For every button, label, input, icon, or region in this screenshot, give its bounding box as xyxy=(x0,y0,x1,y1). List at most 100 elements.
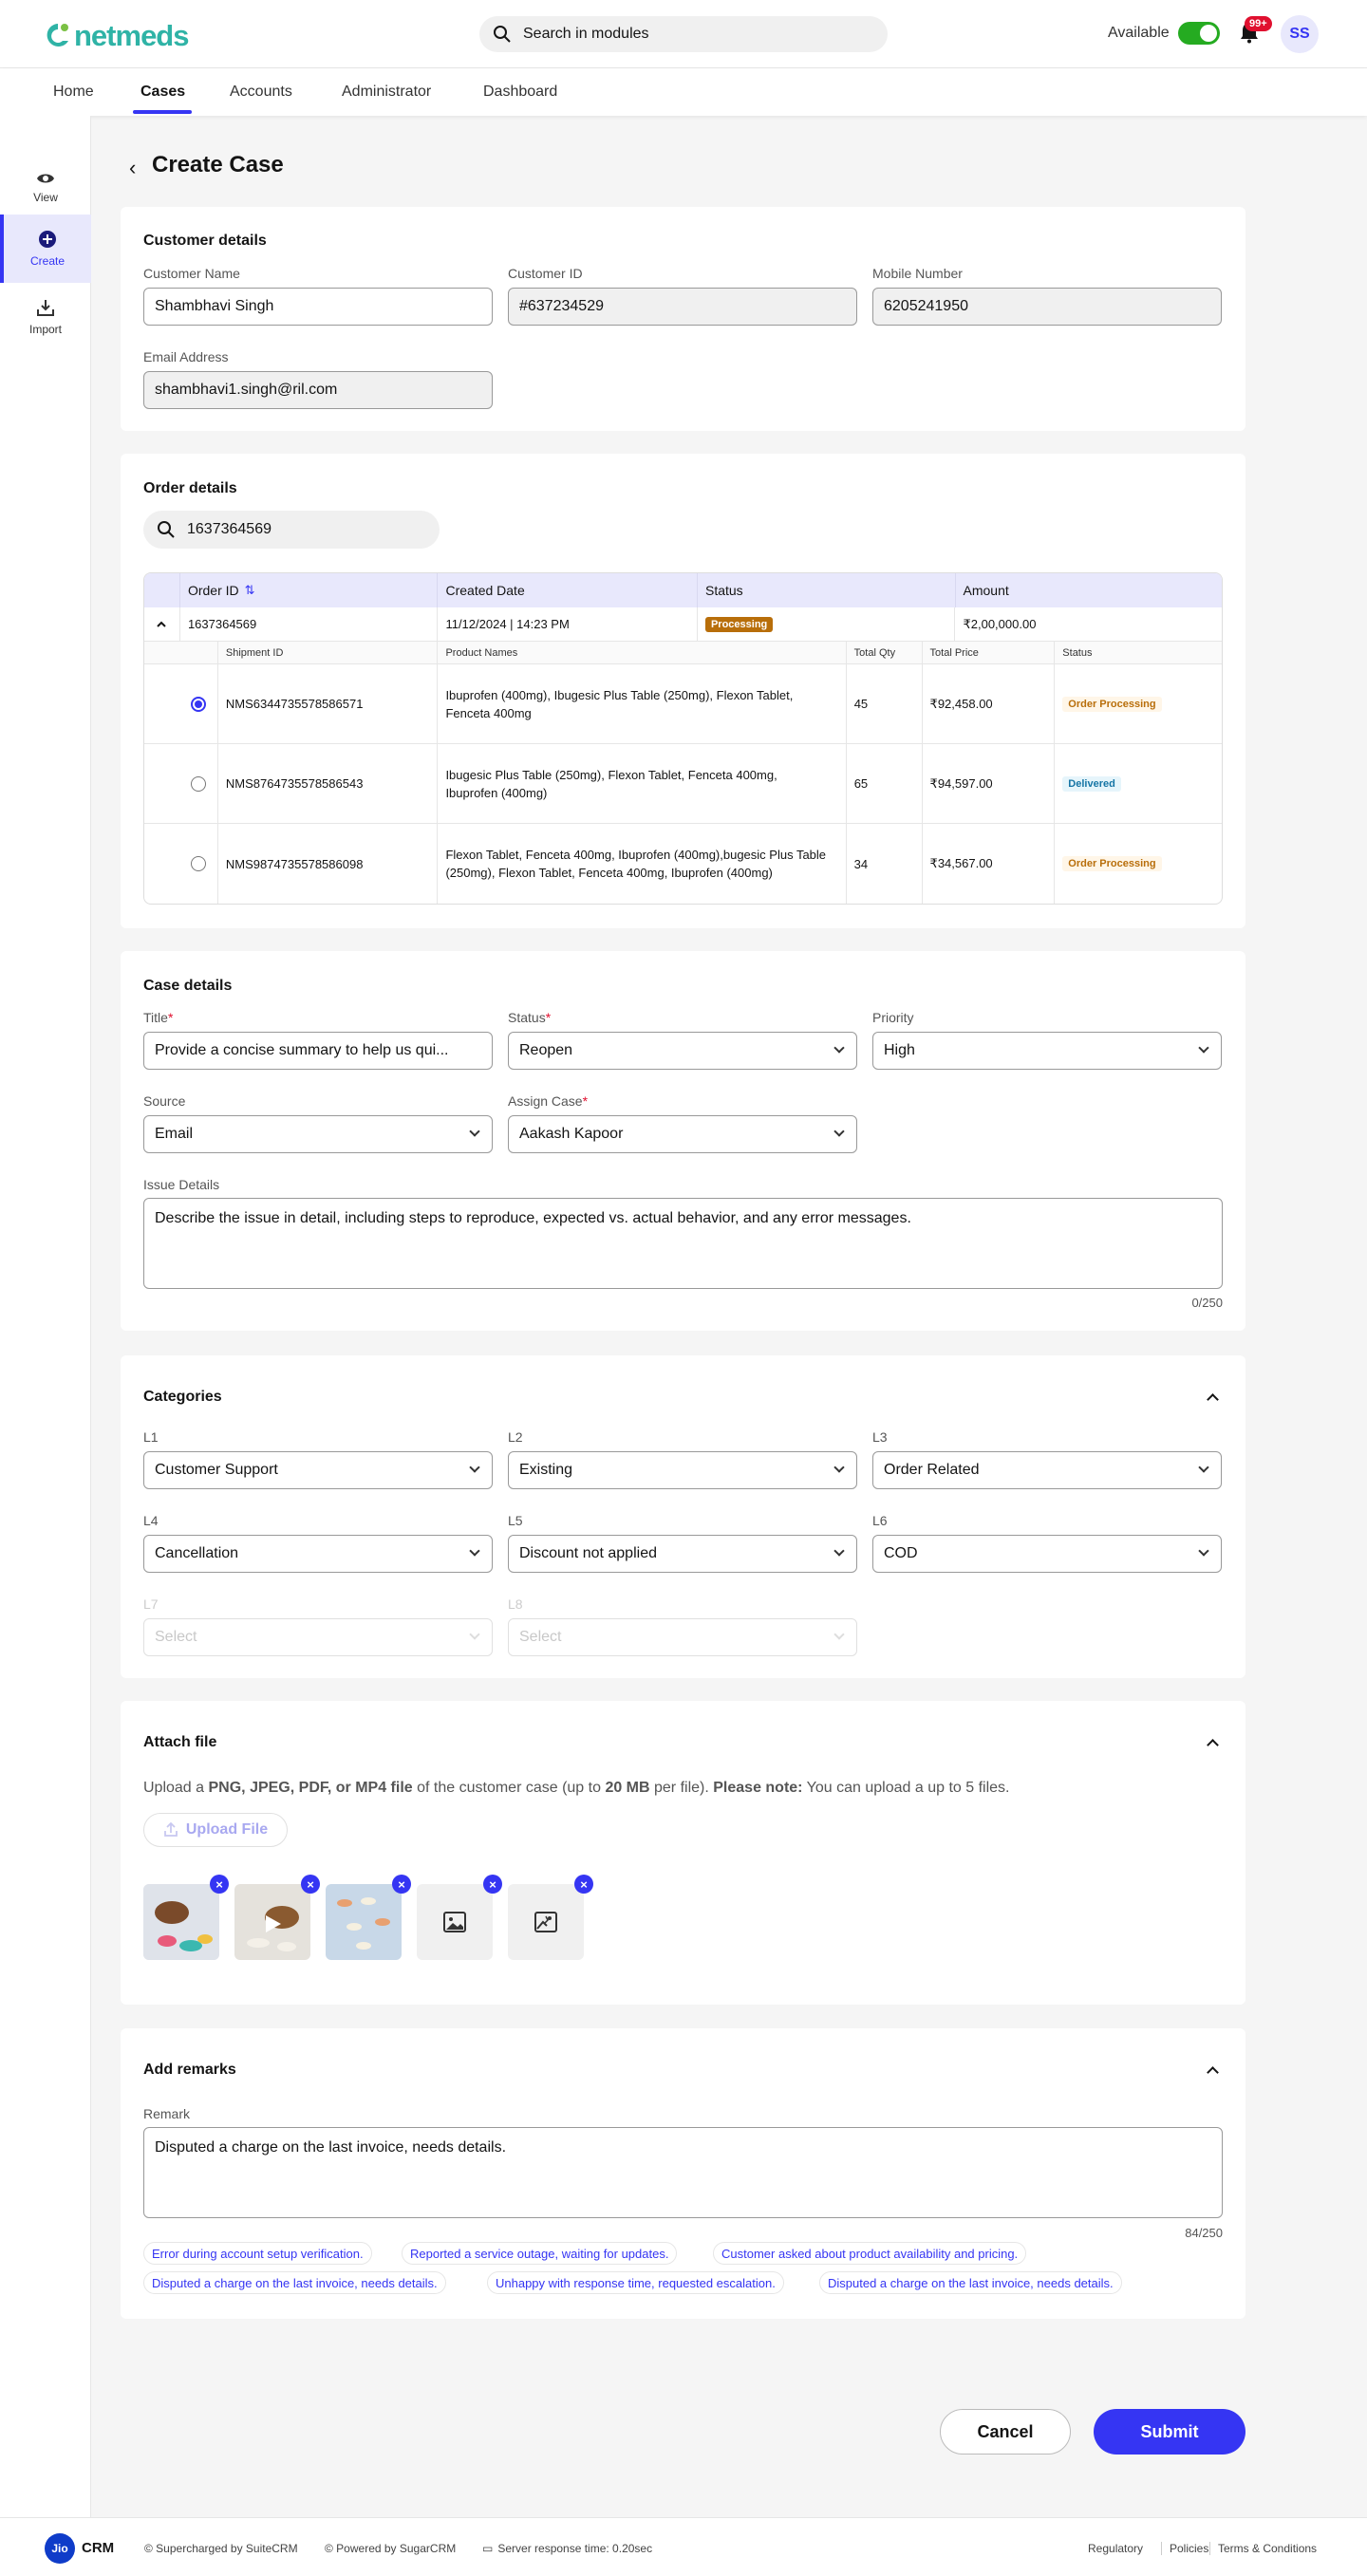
header-order-id[interactable]: Order ID ⇅ xyxy=(180,573,439,607)
category-l4-select[interactable]: Cancellation xyxy=(143,1535,493,1573)
chevron-down-icon xyxy=(833,1042,845,1054)
shipment-status-cell: Order Processing xyxy=(1055,664,1222,743)
section-title: Add remarks xyxy=(143,2062,236,2078)
remark-suggestion-chip[interactable]: Customer asked about product availabilit… xyxy=(713,2242,1027,2265)
category-l2-field: L2 Existing xyxy=(508,1429,857,1489)
header-shipment-id: Shipment ID xyxy=(218,642,439,663)
categories-card: Categories L1 Customer Support L2 Existi… xyxy=(121,1355,1245,1678)
field-label: Issue Details xyxy=(143,1177,220,1192)
header-product-names: Product Names xyxy=(438,642,847,663)
remark-suggestion-chip[interactable]: Unhappy with response time, requested es… xyxy=(487,2271,784,2294)
field-label: L1 xyxy=(143,1429,159,1445)
shipment-row[interactable]: NMS6344735578586571 Ibuprofen (400mg), I… xyxy=(144,664,1222,744)
tab-administrator[interactable]: Administrator xyxy=(342,84,431,101)
order-row[interactable]: 1637364569 11/12/2024 | 14:23 PM Process… xyxy=(144,607,1222,642)
status-select[interactable]: Reopen xyxy=(508,1032,857,1070)
shipment-radio[interactable] xyxy=(191,856,207,871)
field-label: L2 xyxy=(508,1429,523,1445)
collapse-row-icon[interactable] xyxy=(144,607,180,641)
tab-home[interactable]: Home xyxy=(53,84,94,101)
sidebar-item-view[interactable]: View xyxy=(0,154,91,222)
section-title: Categories xyxy=(143,1389,222,1405)
cancel-button[interactable]: Cancel xyxy=(940,2409,1071,2455)
tab-accounts[interactable]: Accounts xyxy=(230,84,292,101)
tab-dashboard[interactable]: Dashboard xyxy=(483,84,557,101)
submit-button[interactable]: Submit xyxy=(1094,2409,1245,2455)
remark-textarea[interactable]: Disputed a charge on the last invoice, n… xyxy=(143,2127,1223,2218)
chevron-up-icon[interactable] xyxy=(1207,1393,1219,1406)
upload-file-button[interactable]: Upload File xyxy=(143,1813,288,1847)
field-label: L8 xyxy=(508,1596,523,1612)
shipment-radio[interactable] xyxy=(191,775,207,792)
netmeds-logo[interactable]: netmeds xyxy=(46,19,189,53)
remove-attachment-icon[interactable]: × xyxy=(301,1875,320,1894)
order-date-cell: 11/12/2024 | 14:23 PM xyxy=(438,607,698,641)
footer-link-regulatory[interactable]: Regulatory xyxy=(1088,2542,1143,2555)
header-status: Status xyxy=(698,573,956,607)
shipment-id-cell: NMS8764735578586543 xyxy=(218,744,439,823)
chevron-down-icon xyxy=(833,1629,845,1640)
capsules-image-icon xyxy=(326,1884,402,1960)
back-chevron-icon[interactable]: ‹ xyxy=(129,156,136,180)
title-input[interactable]: Provide a concise summary to help us qui… xyxy=(143,1032,493,1070)
attachment-thumbnail[interactable] xyxy=(234,1884,310,1960)
user-avatar[interactable]: SS xyxy=(1281,15,1319,53)
remark-suggestion-chip[interactable]: Error during account setup verification. xyxy=(143,2242,372,2265)
field-label: Source xyxy=(143,1093,186,1109)
order-table-header: Order ID ⇅ Created Date Status Amount xyxy=(144,573,1222,607)
category-l5-select[interactable]: Discount not applied xyxy=(508,1535,857,1573)
header-amount: Amount xyxy=(963,583,1009,598)
header-created-date: Created Date xyxy=(438,573,698,607)
status-badge: Delivered xyxy=(1062,775,1121,792)
category-l7-select: Select xyxy=(143,1618,493,1656)
availability-toggle[interactable] xyxy=(1178,22,1220,45)
remove-attachment-icon[interactable]: × xyxy=(392,1875,411,1894)
price-cell: ₹34,567.00 xyxy=(923,824,1056,904)
sidebar-item-create[interactable]: Create xyxy=(0,215,91,283)
attachment-thumbnail[interactable] xyxy=(326,1884,402,1960)
remark-suggestion-chip[interactable]: Disputed a charge on the last invoice, n… xyxy=(143,2271,446,2294)
footer-link-terms[interactable]: Terms & Conditions xyxy=(1209,2542,1317,2555)
remove-attachment-icon[interactable]: × xyxy=(210,1875,229,1894)
server-time: ▭ Server response time: 0.20sec xyxy=(482,2542,653,2555)
jio-logo: Jio xyxy=(45,2533,75,2564)
price-cell: ₹92,458.00 xyxy=(923,664,1056,743)
order-id-cell: 1637364569 xyxy=(180,607,439,641)
chevron-down-icon xyxy=(833,1126,845,1137)
priority-select[interactable]: High xyxy=(872,1032,1222,1070)
issue-details-textarea[interactable]: Describe the issue in detail, including … xyxy=(143,1198,1223,1289)
remark-suggestion-chip[interactable]: Disputed a charge on the last invoice, n… xyxy=(819,2271,1122,2294)
title-field: Title* Provide a concise summary to help… xyxy=(143,1010,493,1070)
notification-badge: 99+ xyxy=(1245,16,1272,31)
assign-case-select[interactable]: Aakash Kapoor xyxy=(508,1115,857,1153)
chevron-up-icon[interactable] xyxy=(1207,1739,1219,1751)
order-search[interactable]: 1637364569 xyxy=(143,511,440,549)
module-search[interactable]: Search in modules xyxy=(479,16,888,52)
source-select[interactable]: Email xyxy=(143,1115,493,1153)
field-label: L7 xyxy=(143,1596,159,1612)
priority-field: Priority High xyxy=(872,1010,1222,1070)
sidebar-item-label: View xyxy=(33,191,58,204)
powered-text: © Powered by SugarCRM xyxy=(325,2542,457,2555)
attach-file-card: Attach file Upload a PNG, JPEG, PDF, or … xyxy=(121,1701,1245,2005)
category-l2-select[interactable]: Existing xyxy=(508,1451,857,1489)
footer-link-policies[interactable]: Policies xyxy=(1161,2542,1208,2555)
remove-attachment-icon[interactable]: × xyxy=(483,1875,502,1894)
attachment-thumbnail[interactable] xyxy=(417,1884,493,1960)
shipment-row[interactable]: NMS9874735578586098 Flexon Tablet, Fence… xyxy=(144,824,1222,904)
attachment-thumbnail[interactable] xyxy=(143,1884,219,1960)
shipment-row[interactable]: NMS8764735578586543 Ibugesic Plus Table … xyxy=(144,744,1222,824)
sort-icon[interactable]: ⇅ xyxy=(245,583,255,598)
category-l1-select[interactable]: Customer Support xyxy=(143,1451,493,1489)
sidebar-item-import[interactable]: Import xyxy=(0,283,91,351)
customer-name-input[interactable]: Shambhavi Singh xyxy=(143,288,493,326)
remove-attachment-icon[interactable]: × xyxy=(574,1875,593,1894)
chevron-up-icon[interactable] xyxy=(1207,2066,1219,2079)
shipment-radio[interactable] xyxy=(191,696,207,712)
tab-cases[interactable]: Cases xyxy=(140,84,185,101)
category-l6-select[interactable]: COD xyxy=(872,1535,1222,1573)
category-l3-select[interactable]: Order Related xyxy=(872,1451,1222,1489)
remark-suggestion-chip[interactable]: Reported a service outage, waiting for u… xyxy=(402,2242,678,2265)
status-badge: Processing xyxy=(704,616,774,632)
attachment-thumbnail[interactable] xyxy=(508,1884,584,1960)
